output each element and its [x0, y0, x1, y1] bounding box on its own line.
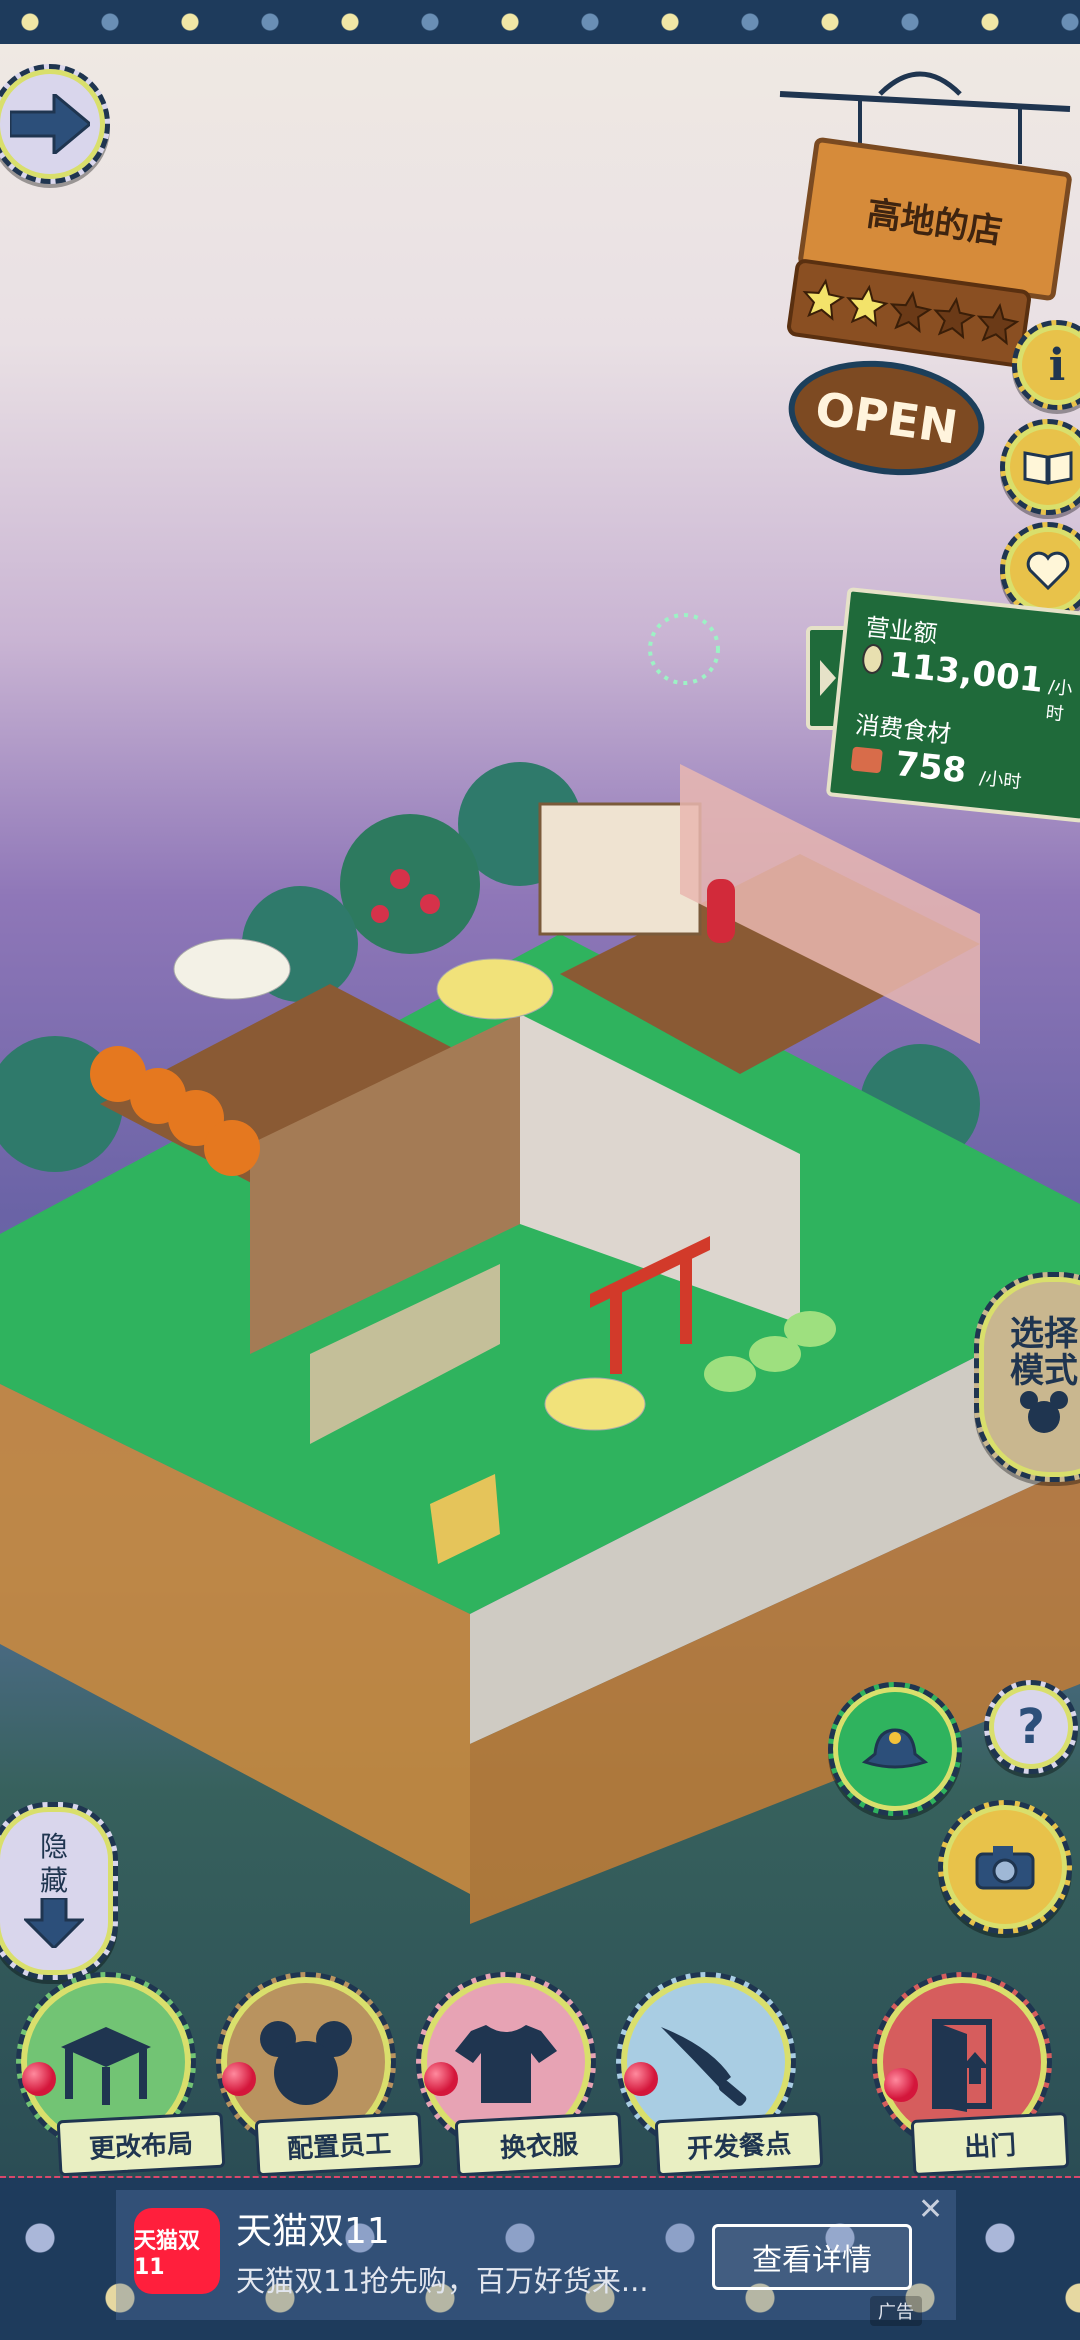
firework-icon	[648, 613, 720, 685]
ad-subtitle[interactable]: 天猫双11抢先购，百万好货来...	[236, 2258, 696, 2300]
hide-ui-button[interactable]: 隐 藏	[0, 1802, 118, 1980]
change-clothes-label: 换衣服	[454, 2111, 624, 2177]
ad-logo[interactable]: 天猫双11	[134, 2208, 220, 2294]
star-empty-icon	[976, 303, 1020, 346]
coin-icon	[860, 642, 886, 676]
punching-bag	[707, 879, 735, 943]
change-layout-label: 更改布局	[56, 2111, 226, 2177]
door-icon	[932, 2019, 992, 2112]
ingredients-value: 758	[893, 744, 969, 792]
open-status-text: OPEN	[812, 381, 961, 455]
develop-menu-label: 开发餐点	[654, 2111, 824, 2177]
heart-icon	[1026, 551, 1070, 590]
ingredients-unit: /小时	[978, 767, 1023, 794]
star-filled-icon	[846, 284, 889, 327]
costume-hat-button[interactable]	[828, 1682, 962, 1816]
close-icon[interactable]: ✕	[918, 2192, 943, 2227]
info-icon: i	[1048, 339, 1066, 391]
game-scene[interactable]: 高地的店 OPEN i 营业额 113,001 /小时 消费食材 758 /小时…	[0, 44, 1080, 2174]
parasol-icon	[173, 938, 291, 1000]
star-filled-icon	[802, 278, 846, 321]
pin-icon	[222, 2062, 256, 2096]
go-out-label: 出门	[910, 2111, 1070, 2177]
star-empty-icon	[933, 296, 976, 340]
shop-name: 高地的店	[864, 193, 1005, 252]
pin-icon	[22, 2062, 56, 2096]
pin-icon	[424, 2062, 458, 2096]
ad-view-details-button[interactable]: 查看详情	[712, 2224, 912, 2290]
help-button[interactable]: ?	[984, 1680, 1078, 1774]
arrow-right-icon	[10, 94, 90, 154]
pin-icon	[624, 2062, 658, 2096]
bookshelf	[538, 802, 702, 936]
book-icon	[1023, 451, 1073, 485]
hide-label: 隐 藏	[39, 1830, 68, 1897]
isometric-cafe-island[interactable]	[0, 44, 1080, 2174]
pin-icon	[884, 2068, 918, 2102]
hat-icon	[861, 1728, 929, 1769]
select-mode-button[interactable]: 选择 模式	[974, 1272, 1080, 1482]
mouse-staff-icon	[260, 2021, 352, 2105]
select-mode-label: 选择 模式	[1010, 1313, 1078, 1391]
arrow-down-icon	[22, 1896, 86, 1950]
star-empty-icon	[889, 290, 933, 334]
shirt-icon	[455, 2025, 557, 2103]
top-star-border	[0, 0, 1080, 44]
knife-icon	[661, 2027, 747, 2106]
ad-tag: 广告	[870, 2296, 922, 2326]
question-icon: ?	[1017, 1699, 1045, 1755]
camera-button[interactable]	[938, 1800, 1072, 1934]
assign-staff-label: 配置员工	[254, 2111, 424, 2177]
mouse-icon	[1020, 1391, 1068, 1434]
torii-gate	[610, 1284, 622, 1374]
ad-title[interactable]: 天猫双11	[236, 2202, 390, 2254]
stats-board: 营业额 113,001 /小时 消费食材 758 /小时	[825, 586, 1080, 824]
table-icon	[61, 2027, 151, 2105]
basket-icon	[850, 746, 883, 774]
camera-icon	[975, 1846, 1035, 1890]
pig-icon	[704, 1356, 756, 1392]
revenue-unit: /小时	[1044, 676, 1074, 726]
ad-logo-text: 天猫双11	[134, 2228, 201, 2280]
